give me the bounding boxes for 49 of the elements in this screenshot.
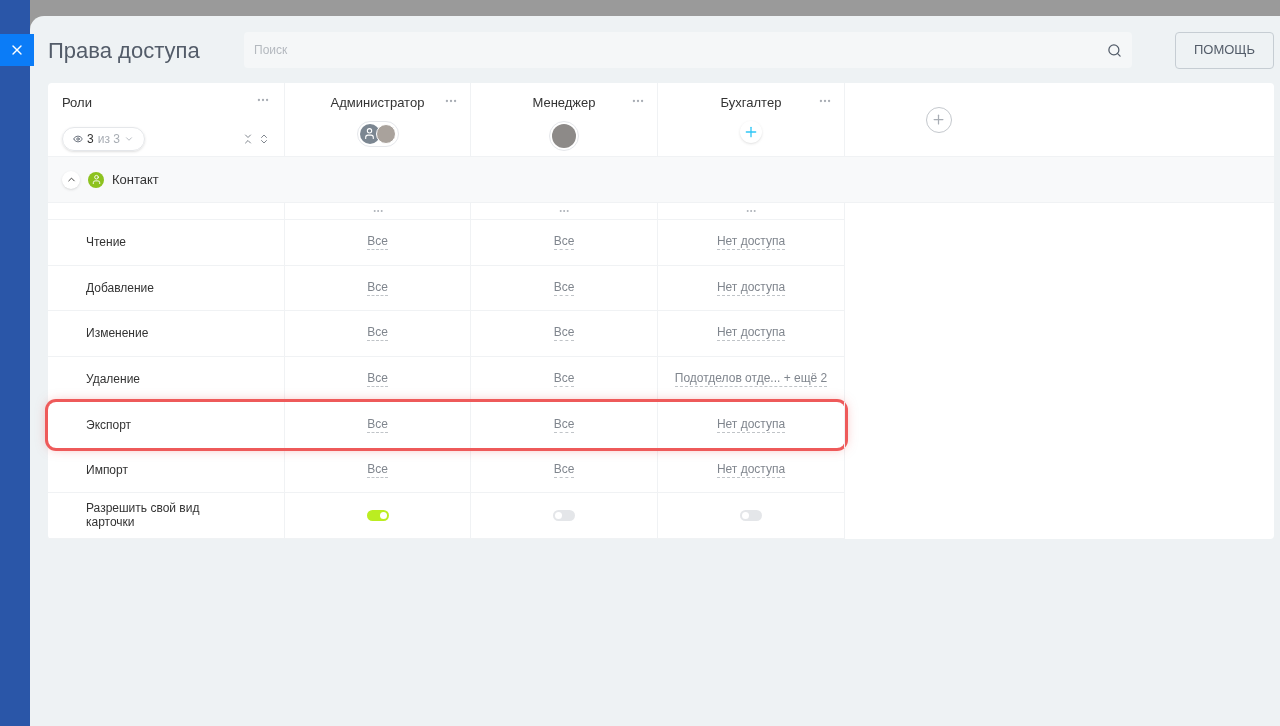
access-level-link[interactable]: Все	[553, 461, 575, 478]
access-level-link[interactable]: Подотделов отде... + ещё 2	[674, 370, 828, 387]
access-level-link[interactable]: Нет доступа	[716, 325, 786, 342]
page-title: Права доступа	[48, 36, 201, 65]
role-name: Администратор	[330, 94, 425, 112]
access-level-link[interactable]: Нет доступа	[716, 416, 786, 433]
add-user-button[interactable]	[740, 120, 762, 143]
user-icon	[363, 127, 376, 140]
access-level-link[interactable]: Все	[553, 416, 575, 433]
search-icon[interactable]	[1107, 42, 1122, 58]
access-level-link[interactable]: Все	[553, 325, 575, 342]
close-button[interactable]	[0, 34, 34, 66]
contact-icon	[88, 171, 104, 188]
search-input[interactable]: Поиск	[254, 41, 1107, 59]
permission-label: Изменение	[86, 326, 149, 341]
permission-label: Добавление	[86, 280, 154, 295]
collapse-all-icon[interactable]	[242, 132, 254, 145]
access-level-link[interactable]: Все	[367, 370, 388, 387]
toggle-switch[interactable]	[366, 509, 389, 521]
permission-label: Экспорт	[86, 417, 132, 432]
access-level-link[interactable]: Все	[367, 461, 388, 478]
access-level-link[interactable]: Все	[367, 234, 388, 251]
permission-label: Удаление	[86, 371, 141, 386]
eye-icon	[73, 133, 83, 144]
access-level-link[interactable]: Нет доступа	[716, 234, 786, 251]
access-level-link[interactable]: Все	[367, 325, 388, 342]
toggle-switch[interactable]	[740, 509, 762, 521]
role-name: Бухгалтер	[720, 94, 782, 112]
search-field[interactable]: Поиск	[244, 32, 1132, 68]
permission-label: Разрешить свой вид карточки	[86, 501, 201, 530]
access-level-link[interactable]: Все	[553, 234, 575, 251]
access-level-link[interactable]: Нет доступа	[716, 461, 786, 478]
access-level-link[interactable]: Все	[553, 370, 575, 387]
access-level-link[interactable]: Все	[553, 279, 575, 296]
role-name: Менеджер	[532, 94, 596, 112]
plus-icon	[931, 112, 946, 127]
access-level-link[interactable]: Все	[367, 279, 388, 296]
avatar-group[interactable]	[356, 120, 399, 147]
toggle-switch[interactable]	[553, 509, 575, 521]
expand-all-icon[interactable]	[258, 132, 270, 145]
collapse-toggle[interactable]	[62, 170, 80, 189]
avatar[interactable]	[549, 120, 579, 151]
permission-label: Импорт	[86, 462, 128, 477]
access-level-link[interactable]: Нет доступа	[716, 279, 786, 296]
permission-label: Чтение	[86, 235, 127, 250]
help-button[interactable]: ПОМОЩЬ	[1175, 31, 1274, 69]
roles-label: Роли	[62, 94, 92, 112]
group-label: Контакт	[112, 170, 159, 189]
access-level-link[interactable]: Все	[367, 416, 388, 433]
